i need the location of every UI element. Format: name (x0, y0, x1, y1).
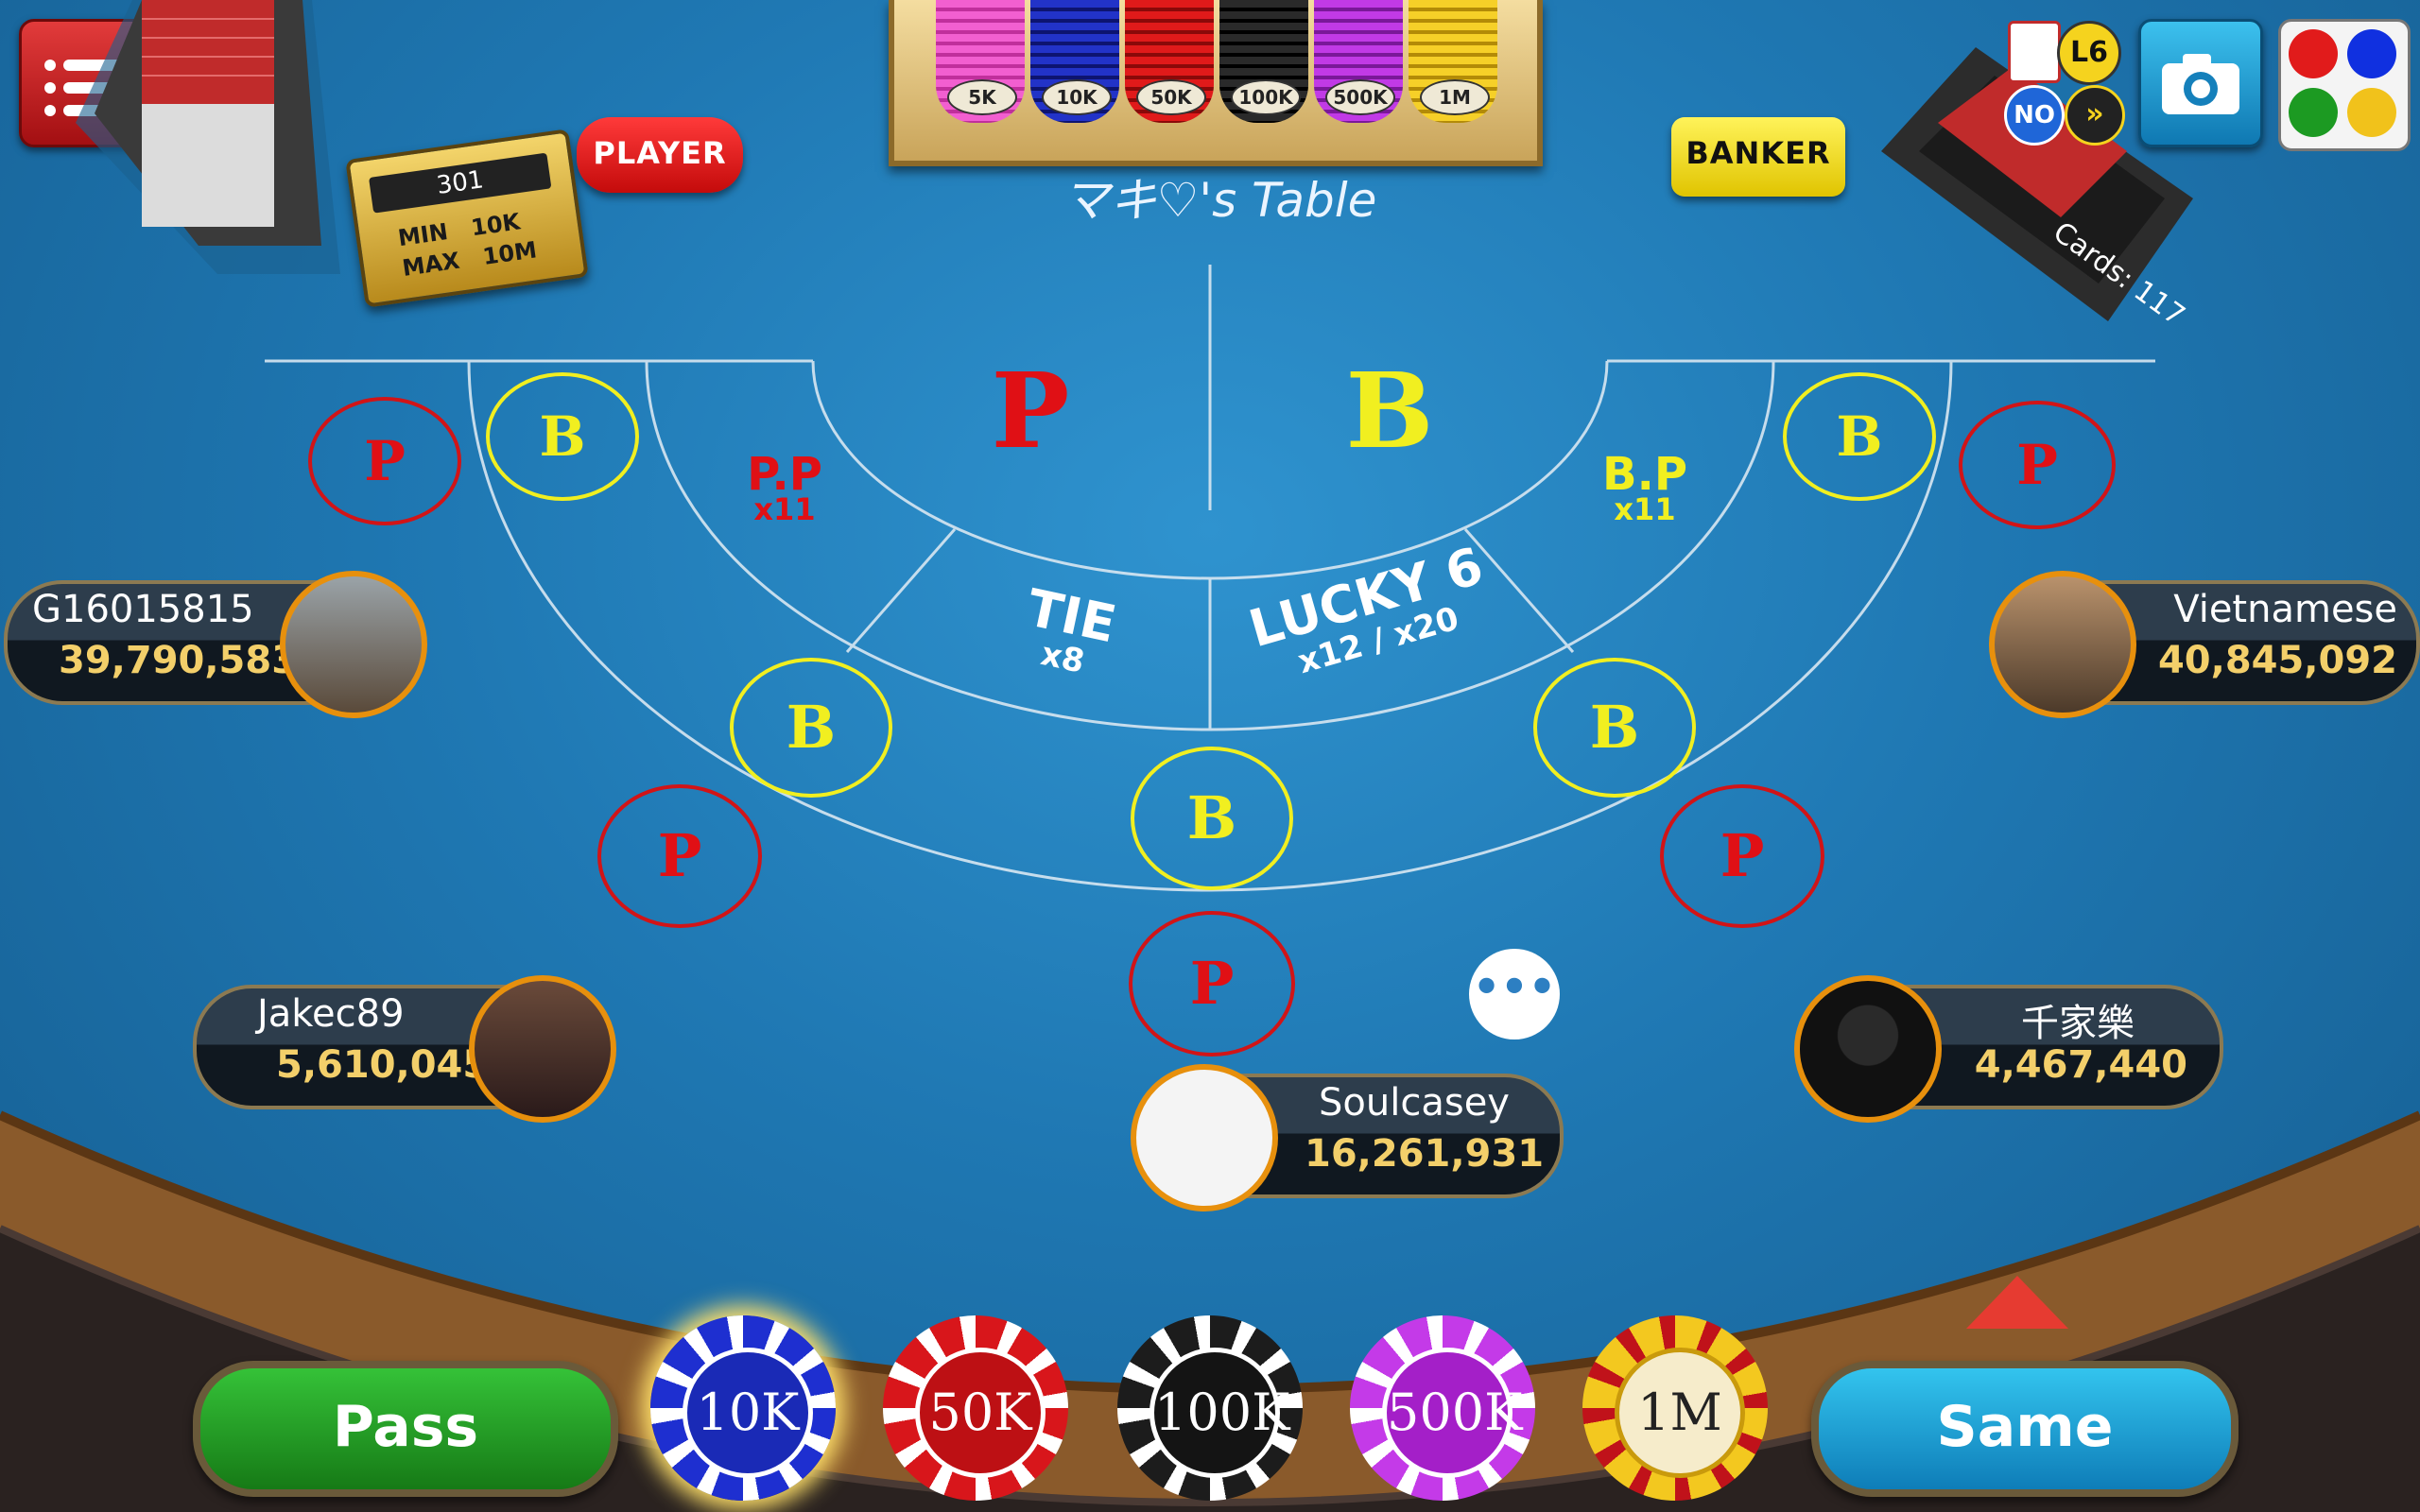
pass-button[interactable]: Pass (193, 1361, 618, 1497)
player-avatar (280, 571, 427, 718)
chip-label: 10K (683, 1348, 813, 1478)
seat-banker-bet-circle[interactable]: B (486, 372, 639, 501)
player-balance: 40,845,092 (2157, 639, 2397, 682)
seat-player-bet-circle[interactable]: P (1660, 784, 1824, 928)
tray-chip-label: 500K (1325, 79, 1395, 115)
player-balance: 39,790,583 (59, 639, 299, 682)
tray-chip-label: 1M (1420, 79, 1490, 115)
player-avatar (469, 975, 616, 1123)
table-number: 301 (369, 152, 552, 214)
level-badge: L6 (2057, 21, 2121, 85)
yellow-dot-icon (2347, 88, 2396, 137)
player-seat[interactable]: Jakec89 5,610,045 (191, 975, 616, 1123)
chip-10k-button[interactable]: 10K (650, 1315, 836, 1501)
menu-icon (44, 60, 56, 71)
tray-chip-label: 5K (947, 79, 1017, 115)
max-value: 10M (480, 236, 539, 270)
camera-button[interactable] (2138, 19, 2263, 147)
no-toggle[interactable]: NO (2004, 85, 2065, 146)
chat-bubble-icon[interactable]: ••• (1469, 949, 1560, 1040)
player-seat[interactable]: G16015815 39,790,583 (0, 571, 427, 718)
player-balance: 4,467,440 (1974, 1043, 2187, 1087)
player-name: Jakec89 (257, 992, 405, 1036)
player-balance: 5,610,045 (276, 1043, 490, 1087)
seat-player-bet-circle[interactable]: P (597, 784, 762, 928)
banker-bet-zone[interactable]: B (1333, 350, 1446, 472)
banker-pair-odds: x11 (1614, 491, 1676, 527)
card-counter-icon (2008, 21, 2061, 83)
chip-50k-button[interactable]: 50K (883, 1315, 1068, 1501)
player-name: G16015815 (32, 588, 254, 631)
player-name: Vietnamese (2173, 588, 2397, 631)
player-pair-zone[interactable]: P.P x11 (718, 448, 851, 527)
player-name: Soulcasey (1319, 1081, 1510, 1125)
player-balance: 16,261,931 (1305, 1132, 1545, 1176)
player-avatar (1131, 1064, 1278, 1211)
seat-banker-bet-circle[interactable]: B (730, 658, 892, 798)
player-avatar (1989, 571, 2136, 718)
chip-stack-500k: 500K (1314, 0, 1403, 123)
min-label: MIN (396, 218, 450, 252)
table-title: マキ♡'s Table (1062, 173, 1377, 228)
max-label: MAX (400, 247, 462, 282)
seat-banker-bet-circle[interactable]: B (1783, 372, 1936, 501)
blue-dot-icon (2347, 29, 2396, 78)
player-bet-zone[interactable]: P (974, 350, 1087, 472)
seat-player-bet-circle[interactable]: P (308, 397, 461, 525)
player-seat[interactable]: Vietnamese 40,845,092 (1987, 571, 2420, 718)
chip-stack-10k: 10K (1030, 0, 1119, 123)
chip-100k-button[interactable]: 100K (1117, 1315, 1303, 1501)
player-seat-self[interactable]: Soulcasey 16,261,931 (1131, 1064, 1565, 1211)
chip-500k-button[interactable]: 500K (1350, 1315, 1535, 1501)
seat-banker-bet-circle[interactable]: B (1131, 747, 1293, 890)
seat-player-bet-circle[interactable]: P (1959, 401, 2116, 529)
tray-chip-label: 10K (1042, 79, 1112, 115)
banker-pair-zone[interactable]: B.P x11 (1579, 448, 1711, 527)
same-button[interactable]: Same (1811, 1361, 2238, 1497)
dealer-chip-tray: 5K 10K 50K 100K 500K 1M (889, 0, 1543, 166)
chip-label: 1M (1615, 1348, 1745, 1478)
expand-up-arrow-icon[interactable] (1966, 1276, 2068, 1329)
fast-forward-icon[interactable]: » (2065, 85, 2125, 146)
tray-chip-label: 100K (1231, 79, 1301, 115)
player-marker: PLAYER (577, 117, 743, 193)
chip-stack-5k: 5K (936, 0, 1025, 123)
table-limit-plaque: 301 MIN 10K MAX 10M (345, 129, 589, 308)
tray-chip-label: 50K (1136, 79, 1206, 115)
chip-stack-50k: 50K (1125, 0, 1214, 123)
camera-icon (2162, 54, 2239, 114)
card-shoe (76, 0, 340, 274)
player-pair-odds: x11 (753, 491, 816, 527)
player-seat[interactable]: 千家樂 4,467,440 (1794, 975, 2229, 1123)
min-value: 10K (469, 208, 522, 242)
green-dot-icon (2289, 88, 2338, 137)
red-dot-icon (2289, 29, 2338, 78)
chip-label: 500K (1382, 1348, 1522, 1478)
color-select-button[interactable] (2278, 19, 2411, 151)
chip-stack-100k: 100K (1219, 0, 1308, 123)
chip-1m-button[interactable]: 1M (1582, 1315, 1768, 1501)
banker-marker: BANKER (1671, 117, 1845, 197)
player-avatar (1794, 975, 1942, 1123)
chip-stack-1m: 1M (1409, 0, 1497, 123)
seat-banker-bet-circle[interactable]: B (1533, 658, 1696, 798)
chip-label: 100K (1150, 1348, 1289, 1478)
chip-label: 50K (915, 1348, 1046, 1478)
player-name: 千家樂 (2021, 1002, 2135, 1045)
seat-player-bet-circle[interactable]: P (1129, 911, 1295, 1057)
